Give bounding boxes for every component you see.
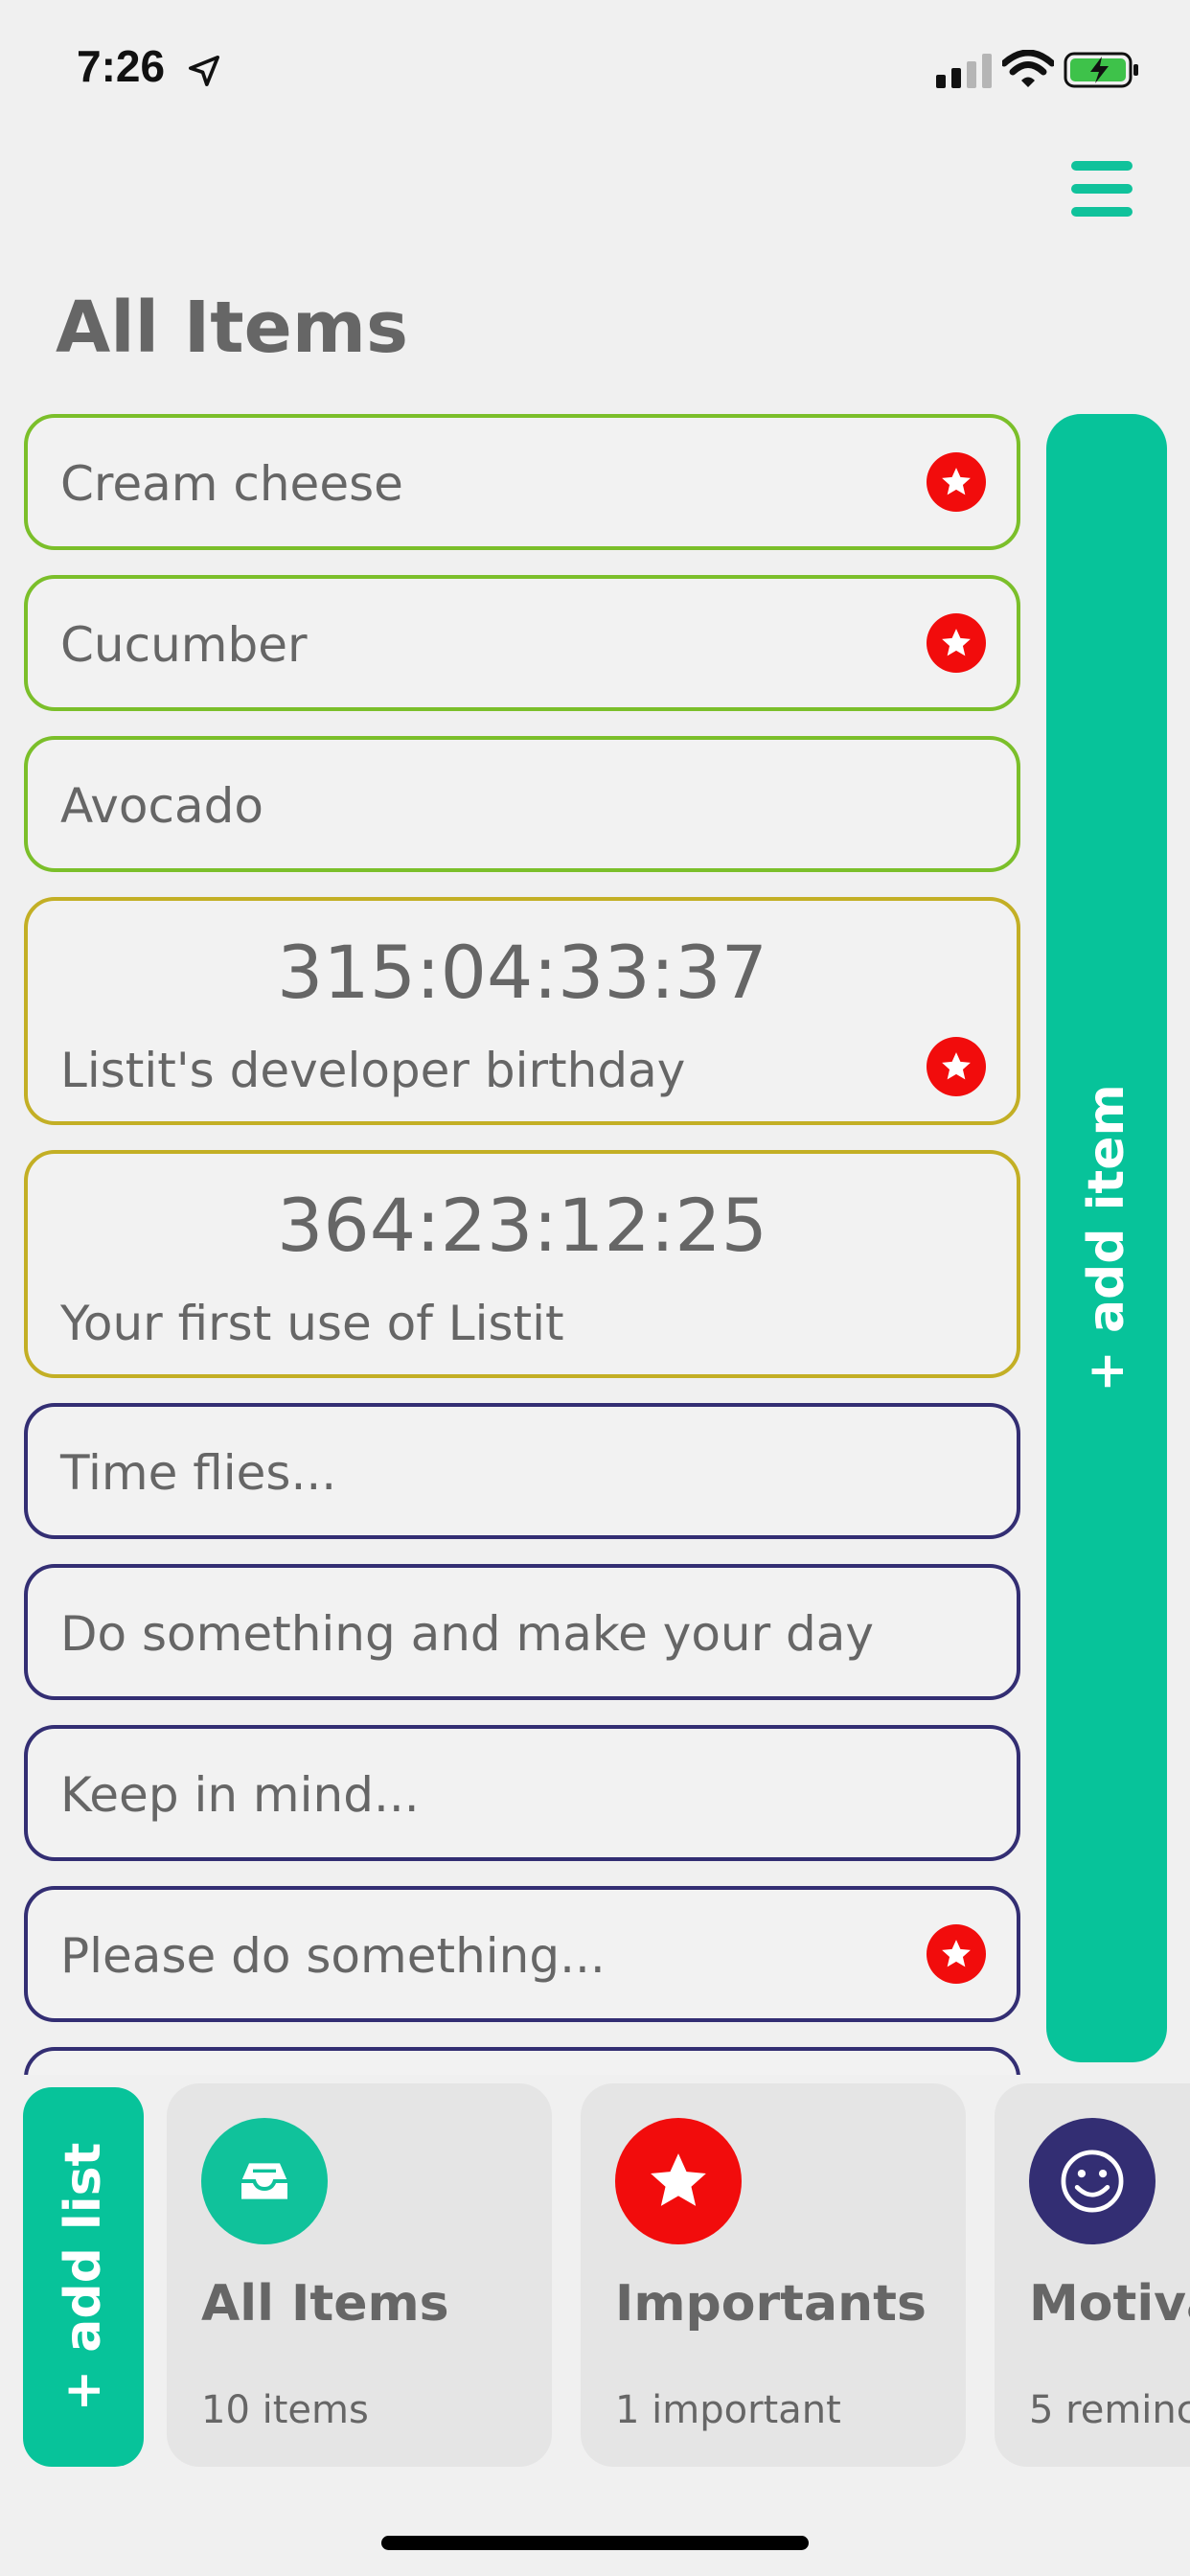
countdown-item[interactable]: 364:23:12:25 Your first use of Listit [24,1150,1020,1378]
smiley-icon [1029,2118,1156,2244]
add-list-button[interactable]: + add list [23,2087,144,2467]
list-item[interactable]: Please do something... [24,1886,1020,2022]
item-text: Time flies... [60,1445,337,1501]
app-screen: 7:26 All Items Cream cheese Cucumber Avo… [0,0,1190,2576]
list-item[interactable]: Avocado [24,736,1020,872]
list-item[interactable] [24,2047,1020,2075]
list-card-all-items[interactable]: All Items 10 items [167,2083,552,2467]
countdown-timer: 315:04:33:37 [277,930,767,1015]
list-count: 10 items [201,2388,369,2432]
item-text: Cucumber [60,617,308,673]
important-star-icon[interactable] [927,1037,986,1096]
star-icon [615,2118,742,2244]
add-item-button[interactable]: + add item [1046,414,1167,2062]
add-item-label: + add item [1078,1084,1135,1392]
location-arrow-icon [188,55,220,87]
signal-icon [936,54,992,88]
inbox-tray-icon [201,2118,328,2244]
page-title: All Items [56,287,409,369]
list-count: 1 important [615,2388,841,2432]
countdown-item[interactable]: 315:04:33:37 Listit's developer birthday [24,897,1020,1125]
item-text: Please do something... [60,1928,606,1984]
item-text: Avocado [60,778,263,834]
list-card-importants[interactable]: Importants 1 important [581,2083,966,2467]
hamburger-menu-icon[interactable] [1071,161,1133,217]
list-name: All Items [201,2275,449,2333]
list-name: Importants [615,2275,927,2333]
important-star-icon[interactable] [927,1924,986,1984]
list-item[interactable]: Cream cheese [24,414,1020,550]
status-bar: 7:26 [0,0,1190,144]
battery-charging-icon [1064,52,1138,88]
list-count: 5 reminc [1029,2388,1190,2432]
item-text: Cream cheese [60,456,403,512]
item-text: Listit's developer birthday [60,1043,686,1098]
status-time: 7:26 [77,41,166,91]
list-item[interactable]: Time flies... [24,1403,1020,1539]
item-text: Your first use of Listit [60,1296,564,1351]
list-card-motivation[interactable]: Motiva 5 reminc [995,2083,1190,2467]
countdown-timer: 364:23:12:25 [277,1183,767,1268]
list-item[interactable]: Do something and make your day [24,1564,1020,1700]
add-list-label: + add list [55,2142,112,2412]
wifi-icon [1002,50,1054,87]
list-item[interactable]: Keep in mind... [24,1725,1020,1861]
list-name: Motiva [1029,2275,1190,2333]
important-star-icon[interactable] [927,613,986,673]
item-text: Do something and make your day [60,1606,875,1662]
list-item[interactable]: Cucumber [24,575,1020,711]
items-list: Cream cheese Cucumber Avocado 315:04:33:… [0,402,1035,2075]
item-text: Keep in mind... [60,1767,420,1823]
important-star-icon[interactable] [927,452,986,512]
home-indicator [381,2536,809,2550]
